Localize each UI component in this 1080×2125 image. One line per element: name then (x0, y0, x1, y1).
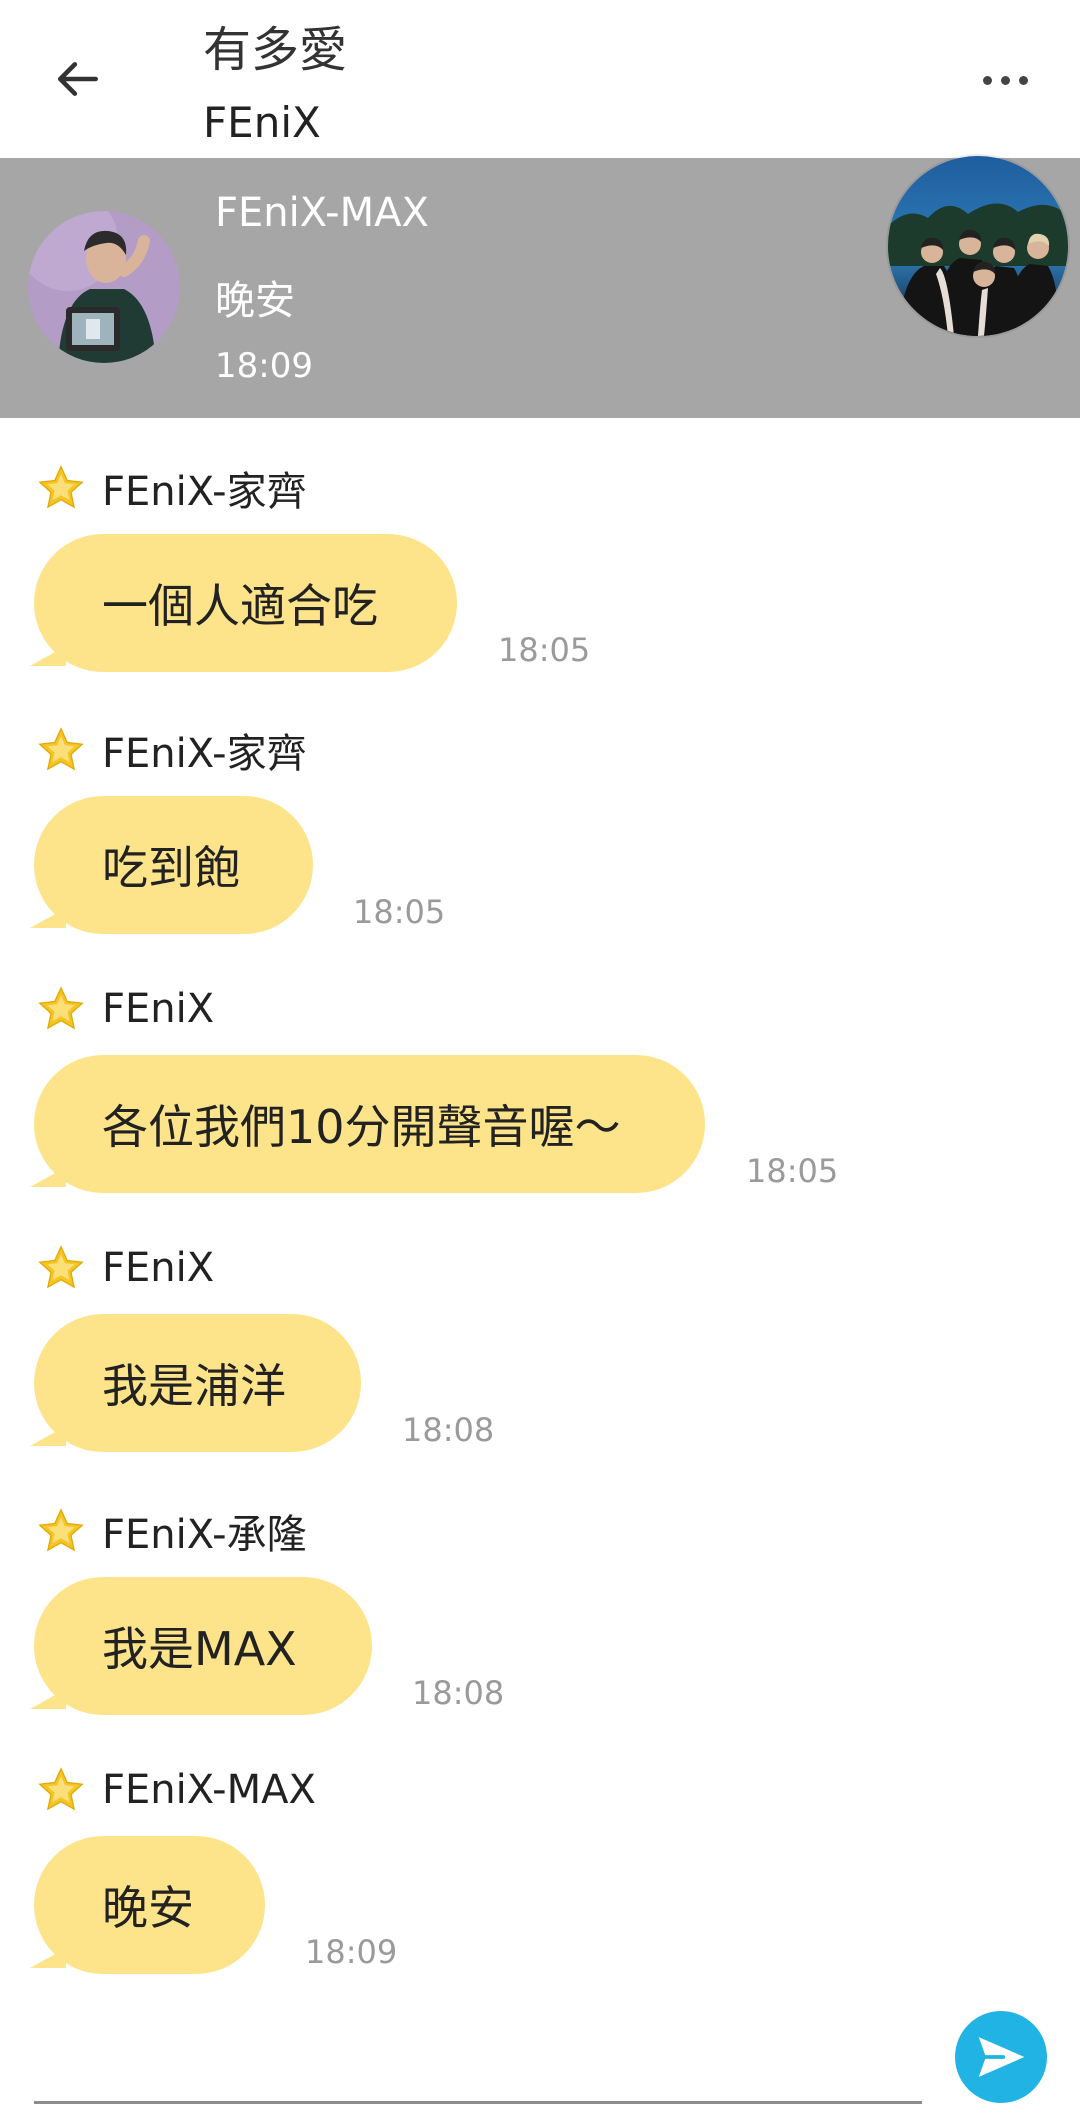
message-timestamp: 18:05 (498, 631, 591, 669)
sender-name: FEniX-承隆 (102, 1512, 307, 1558)
banner-message-text: 晚安 (215, 278, 295, 324)
latest-message-banner[interactable]: FEniX-MAX 晚安 18:09 (0, 156, 1080, 418)
banner-sender-name: FEniX-MAX (215, 190, 429, 236)
star-icon (38, 1508, 84, 1552)
message-text: 一個人適合吃 (102, 579, 378, 633)
message-bubble[interactable]: 各位我們10分開聲音喔～ (30, 1055, 705, 1193)
more-dots-icon-dot (1000, 75, 1010, 85)
message-item: FEniX 各位我們10分開聲音喔～ 18:05 (0, 939, 1080, 1193)
message-bubble[interactable]: 我是浦洋 (30, 1314, 361, 1452)
arrow-left-icon (57, 62, 98, 96)
star-icon (38, 1245, 84, 1289)
sender-row: FEniX-家齊 (36, 722, 307, 778)
back-button[interactable] (44, 44, 114, 114)
star-icon (38, 727, 84, 771)
sender-row: FEniX (36, 981, 214, 1037)
message-item: FEniX-家齊 吃到飽 18:05 (0, 680, 1080, 934)
message-text: 我是MAX (102, 1622, 297, 1676)
message-composer (0, 1980, 1080, 2125)
send-icon (978, 2037, 1025, 2077)
message-text: 吃到飽 (102, 841, 240, 895)
message-text: 我是浦洋 (102, 1359, 286, 1413)
message-item: FEniX-承隆 我是MAX 18:08 (0, 1461, 1080, 1715)
message-text: 晚安 (102, 1881, 194, 1935)
message-timestamp: 18:09 (305, 1933, 398, 1971)
message-timestamp: 18:08 (412, 1674, 505, 1712)
more-options-button[interactable] (970, 50, 1040, 110)
message-item: FEniX-MAX 晚安 18:09 (0, 1720, 1080, 1974)
sender-row: FEniX (36, 1240, 214, 1296)
star-icon (38, 465, 84, 509)
more-dots-icon-dot (1018, 75, 1028, 85)
more-dots-icon (982, 75, 992, 85)
message-timestamp: 18:05 (746, 1152, 839, 1190)
sender-row: FEniX-承隆 (36, 1503, 307, 1559)
message-text: 各位我們10分開聲音喔～ (102, 1100, 621, 1154)
message-bubble[interactable]: 一個人適合吃 (30, 534, 457, 672)
sender-row: FEniX-家齊 (36, 460, 307, 516)
message-timestamp: 18:05 (353, 893, 446, 931)
message-input[interactable] (34, 2010, 922, 2104)
sender-name: FEniX-MAX (102, 1767, 316, 1813)
sender-avatar (28, 211, 180, 363)
group-avatar[interactable] (888, 156, 1068, 336)
banner-timestamp: 18:09 (215, 346, 313, 386)
top-bar: 有多愛 FEniX (0, 0, 1080, 158)
sender-row: FEniX-MAX (36, 1762, 316, 1818)
message-item: FEniX 我是浦洋 18:08 (0, 1198, 1080, 1452)
send-button[interactable] (955, 2011, 1047, 2103)
message-item: FEniX-家齊 一個人適合吃 18:05 (0, 418, 1080, 672)
star-icon (38, 986, 84, 1030)
sender-name: FEniX (102, 1245, 215, 1291)
star-icon (38, 1767, 84, 1811)
chat-title: 有多愛 (203, 22, 348, 78)
message-bubble[interactable]: 吃到飽 (30, 796, 313, 934)
sender-name: FEniX (102, 986, 215, 1032)
message-bubble[interactable]: 晚安 (30, 1836, 265, 1974)
chat-subtitle: FEniX (203, 98, 321, 147)
sender-name: FEniX-家齊 (102, 731, 307, 777)
message-bubble[interactable]: 我是MAX (30, 1577, 372, 1715)
sender-name: FEniX-家齊 (102, 469, 307, 515)
message-timestamp: 18:08 (402, 1411, 495, 1449)
